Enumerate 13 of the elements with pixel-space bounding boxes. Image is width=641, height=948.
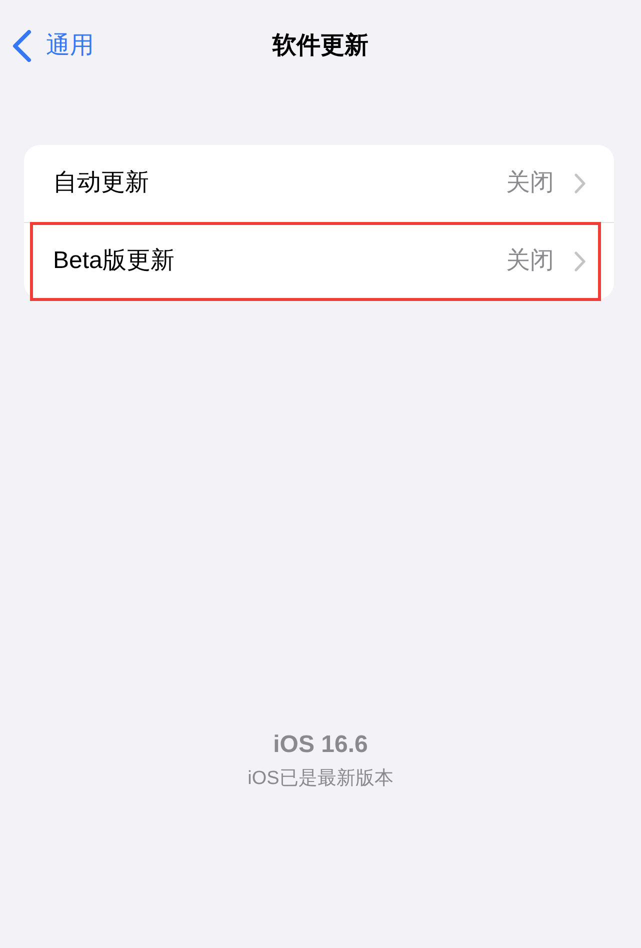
settings-row[interactable]: 自动更新 关闭	[24, 145, 614, 222]
back-chevron-icon	[12, 30, 32, 62]
back-button[interactable]: 通用	[0, 30, 94, 62]
chevron-right-icon	[574, 250, 586, 272]
row-value: 关闭	[506, 169, 554, 198]
update-status-text: iOS已是最新版本	[246, 768, 394, 791]
row-label: 自动更新	[53, 169, 150, 198]
row-label: Beta版更新	[53, 246, 176, 276]
version-label: iOS 16.6	[272, 731, 369, 760]
page-title: 软件更新	[272, 32, 368, 60]
settings-row[interactable]: Beta版更新 关闭	[24, 222, 614, 299]
chevron-right-icon	[574, 173, 586, 194]
row-value: 关闭	[506, 246, 554, 276]
